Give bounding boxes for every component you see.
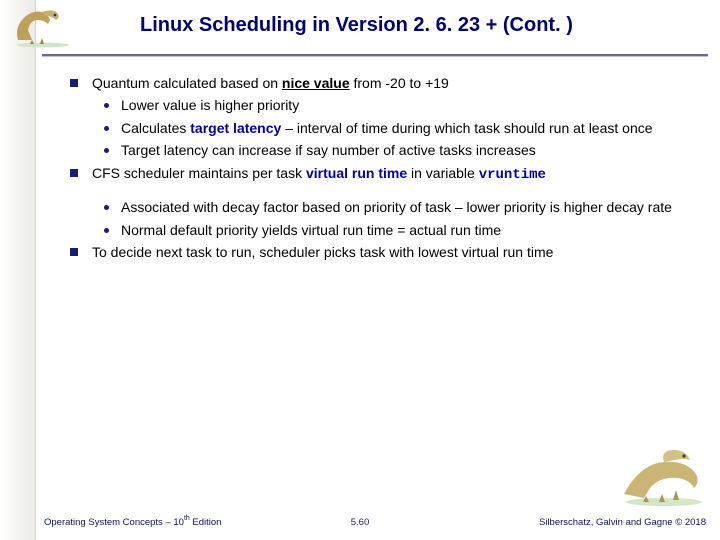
sub-bullet-item: Normal default priority yields virtual r… [104, 221, 690, 239]
bullet-text: Associated with decay factor based on pr… [121, 198, 690, 216]
footer: Operating System Concepts – 10th Edition… [0, 510, 720, 528]
text-fragment: Quantum calculated based on [92, 75, 282, 91]
term-virtual-run-time: virtual run time [306, 165, 407, 181]
bullet-item: To decide next task to run, scheduler pi… [70, 243, 690, 261]
dot-bullet-icon [104, 126, 109, 131]
term-target-latency: target latency [190, 120, 281, 136]
slide: Linux Scheduling in Version 2. 6. 23 + (… [0, 0, 720, 540]
square-bullet-icon [70, 248, 78, 256]
bullet-text: Target latency can increase if say numbe… [121, 141, 690, 159]
dot-bullet-icon [104, 103, 109, 108]
term-nice-value: nice value [282, 75, 350, 91]
slide-title: Linux Scheduling in Version 2. 6. 23 + (… [140, 14, 573, 37]
bullet-text: Lower value is higher priority [121, 96, 690, 114]
square-bullet-icon [70, 79, 78, 87]
bullet-text: To decide next task to run, scheduler pi… [92, 243, 690, 261]
sub-bullet-item: Lower value is higher priority [104, 96, 690, 114]
text-fragment: in variable [407, 165, 479, 181]
dot-bullet-icon [104, 228, 109, 233]
text-fragment: Calculates [121, 120, 190, 136]
title-underline [42, 54, 708, 57]
text-fragment: CFS scheduler maintains per task [92, 165, 306, 181]
header: Linux Scheduling in Version 2. 6. 23 + (… [0, 0, 720, 56]
sub-bullet-item: Target latency can increase if say numbe… [104, 141, 690, 159]
bullet-text: Calculates target latency – interval of … [121, 119, 690, 137]
text-fragment: – interval of time during which task sho… [281, 120, 652, 136]
content-body: Quantum calculated based on nice value f… [70, 74, 690, 266]
bullet-text: CFS scheduler maintains per task virtual… [92, 164, 690, 184]
dot-bullet-icon [104, 205, 109, 210]
bullet-item: Quantum calculated based on nice value f… [70, 74, 690, 92]
footer-copyright: Silberschatz, Galvin and Gagne © 2018 [539, 517, 706, 528]
bullet-text: Quantum calculated based on nice value f… [92, 74, 690, 92]
sub-bullet-item: Associated with decay factor based on pr… [104, 198, 690, 216]
bullet-text: Normal default priority yields virtual r… [121, 221, 690, 239]
left-sidebar [0, 0, 36, 540]
code-vruntime: vruntime [479, 167, 546, 183]
bullet-item: CFS scheduler maintains per task virtual… [70, 164, 690, 184]
spacer [70, 188, 690, 198]
dinosaur-logo-icon [8, 6, 78, 48]
dot-bullet-icon [104, 148, 109, 153]
dinosaur-corner-icon [616, 444, 712, 508]
square-bullet-icon [70, 169, 78, 177]
text-fragment: from -20 to +19 [350, 75, 449, 91]
sub-bullet-item: Calculates target latency – interval of … [104, 119, 690, 137]
